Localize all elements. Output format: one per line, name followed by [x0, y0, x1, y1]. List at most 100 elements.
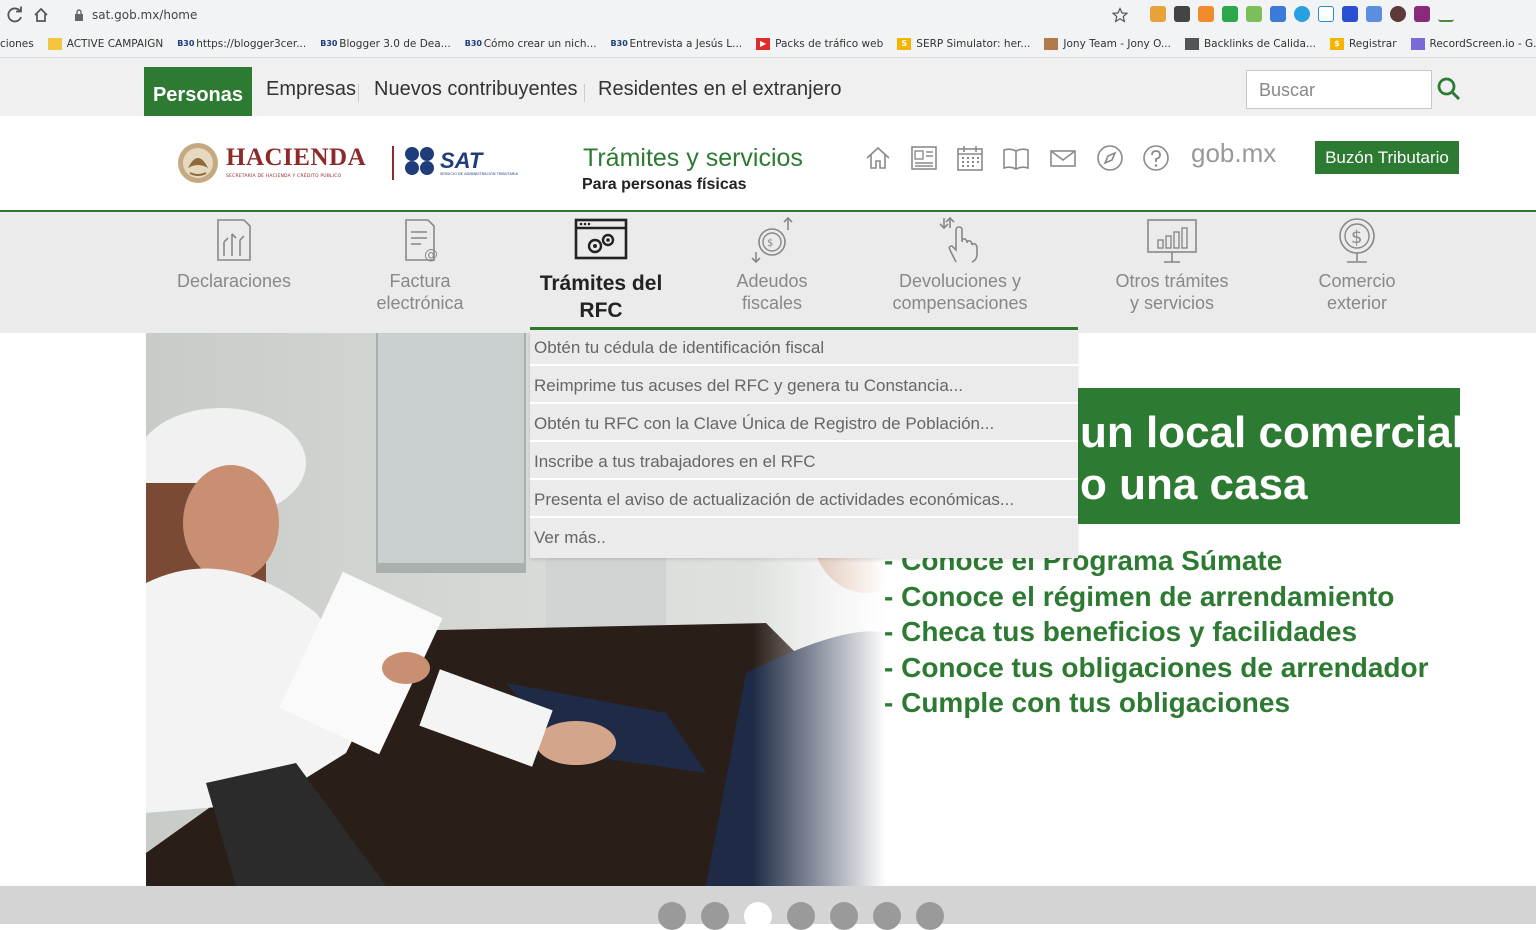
dropdown-item-ver-mas[interactable]: Ver más..	[530, 520, 1078, 556]
address-bar[interactable]: sat.gob.mx/home	[66, 4, 1150, 26]
mail-icon[interactable]	[1049, 144, 1077, 172]
carousel-dot[interactable]	[830, 902, 858, 930]
carousel-dot[interactable]	[744, 902, 772, 930]
tab-personas[interactable]: Personas	[144, 67, 252, 116]
carousel-dot[interactable]	[701, 902, 729, 930]
dropdown-item-rfc-curp[interactable]: Obtén tu RFC con la Clave Única de Regis…	[530, 406, 1078, 442]
service-otros-tramites[interactable]: Otros trámites y servicios	[1100, 212, 1244, 314]
extension-icon[interactable]	[1366, 6, 1382, 22]
service-label: fiscales	[741, 293, 803, 313]
search-input[interactable]: Buscar	[1246, 70, 1432, 109]
menu-icon[interactable]	[1462, 6, 1478, 22]
book-icon[interactable]	[1002, 144, 1030, 172]
service-label: electrónica	[376, 293, 464, 313]
service-factura-electronica[interactable]: @ Factura electrónica	[350, 212, 490, 314]
bookmark-label: Blogger 3.0 de Dea...	[339, 37, 451, 50]
service-adeudos-fiscales[interactable]: $ Adeudos fiscales	[702, 212, 842, 314]
compass-icon[interactable]	[1096, 144, 1124, 172]
extension-icon[interactable]	[1390, 6, 1406, 22]
hacienda-subtitle: SECRETARÍA DE HACIENDA Y CRÉDITO PÚBLICO	[226, 174, 342, 179]
bookmark-item[interactable]: Backlinks de Calida...	[1184, 37, 1316, 50]
nav-separator	[358, 84, 359, 102]
extension-icon[interactable]	[1294, 6, 1310, 22]
bookmark-item[interactable]: Jony Team - Jony O...	[1044, 37, 1171, 50]
gobmx-logo[interactable]: gob.mx	[1191, 138, 1276, 169]
bookmark-item[interactable]: ciones	[0, 38, 34, 50]
bookmark-item[interactable]: RecordScreen.io - G...	[1410, 37, 1536, 50]
carousel-dot[interactable]	[873, 902, 901, 930]
hero-bullet[interactable]: - Cumple con tus obligaciones	[884, 685, 1429, 721]
extension-icon[interactable]	[1438, 6, 1454, 22]
service-label: Trámites del	[539, 272, 663, 295]
home-icon[interactable]	[32, 6, 50, 24]
extension-icon[interactable]	[1150, 6, 1166, 22]
hero-bullet[interactable]: - Conoce el régimen de arrendamiento	[884, 579, 1429, 615]
nav-separator	[584, 84, 585, 102]
buzon-tributario-button[interactable]: Buzón Tributario	[1315, 141, 1459, 174]
b30-icon: B30	[177, 38, 195, 48]
page-subtitle: Para personas físicas	[582, 176, 747, 193]
tab-nuevos-contribuyentes[interactable]: Nuevos contribuyentes	[374, 78, 577, 101]
service-devoluciones-compensaciones[interactable]: Devoluciones y compensaciones	[880, 212, 1040, 314]
service-label: RFC	[579, 299, 623, 322]
search-icon[interactable]	[1436, 76, 1462, 102]
sat-subtitle: SERVICIO DE ADMINISTRACIÓN TRIBUTARIA	[440, 172, 518, 176]
carousel-dot[interactable]	[916, 902, 944, 930]
home-icon[interactable]	[864, 144, 892, 172]
extension-icon[interactable]	[1342, 6, 1358, 22]
calendar-icon[interactable]	[956, 144, 984, 172]
bookmark-item[interactable]: ACTIVE CAMPAIGN	[47, 37, 164, 50]
extension-icon[interactable]	[1174, 6, 1190, 22]
top-navigation: Personas Empresas Nuevos contribuyentes …	[0, 58, 1536, 116]
bookmark-label: Cómo crear un nich...	[483, 37, 597, 50]
carousel-dot[interactable]	[658, 902, 686, 930]
bookmark-item[interactable]: ▶ Packs de tráfico web	[756, 37, 883, 50]
extension-icon[interactable]	[1414, 6, 1430, 22]
star-icon[interactable]	[1112, 7, 1128, 23]
bookmark-label: https://blogger3cer...	[196, 37, 307, 50]
lock-icon	[75, 9, 83, 21]
hacienda-logo[interactable]: HACIENDA SECRETARÍA DE HACIENDA Y CRÉDIT…	[176, 140, 386, 186]
extension-icon[interactable]	[1198, 6, 1214, 22]
dropdown-item-reimprime-acuses[interactable]: Reimprime tus acuses del RFC y genera tu…	[530, 368, 1078, 404]
bookmark-item[interactable]: B30 Entrevista a Jesús L...	[611, 38, 743, 50]
banner-line-2: o una casa	[1080, 460, 1308, 509]
dollar-coin-stand-icon: $	[1339, 218, 1375, 263]
extension-icon[interactable]	[1246, 6, 1262, 22]
service-declaraciones[interactable]: Declaraciones	[164, 212, 304, 292]
hero-bullet[interactable]: - Conoce tus obligaciones de arrendador	[884, 650, 1429, 686]
hero-bullet[interactable]: - Checa tus beneficios y facilidades	[884, 614, 1429, 650]
dropdown-item-inscribe-trabajadores[interactable]: Inscribe a tus trabajadores en el RFC	[530, 444, 1078, 480]
bookmark-item[interactable]: B30 Cómo crear un nich...	[465, 38, 597, 50]
browser-gears-icon	[574, 218, 628, 260]
banner-line-1: un local comercial	[1080, 408, 1460, 457]
bookmark-label: ACTIVE CAMPAIGN	[66, 37, 164, 50]
hero-bullet-list: - Conoce el Programa Súmate - Conoce el …	[884, 543, 1429, 721]
newspaper-icon[interactable]	[910, 144, 938, 172]
reload-icon[interactable]	[6, 6, 24, 24]
dropdown-item-cedula[interactable]: Obtén tu cédula de identificación fiscal	[530, 330, 1078, 366]
tab-empresas[interactable]: Empresas	[266, 78, 356, 101]
extension-icon[interactable]	[1318, 6, 1334, 22]
sat-logo[interactable]: SAT SERVICIO DE ADMINISTRACIÓN TRIBUTARI…	[404, 146, 544, 182]
help-icon[interactable]	[1142, 144, 1170, 172]
bookmark-item[interactable]: B30 https://blogger3cer...	[177, 38, 306, 50]
extension-icon[interactable]	[1222, 6, 1238, 22]
carousel-dot[interactable]	[787, 902, 815, 930]
bookmark-item[interactable]: S SERP Simulator: her...	[897, 37, 1030, 50]
service-label: exterior	[1326, 293, 1388, 313]
bookmark-item[interactable]: B30 Blogger 3.0 de Dea...	[320, 38, 450, 50]
dropdown-item-aviso-actualizacion[interactable]: Presenta el aviso de actualización de ac…	[530, 482, 1078, 518]
bookmark-item[interactable]: $ Registrar	[1329, 37, 1397, 50]
bookmark-label: Jony Team - Jony O...	[1063, 37, 1171, 50]
service-label: compensaciones	[892, 293, 1028, 313]
bookmark-label: Entrevista a Jesús L...	[629, 37, 743, 50]
extension-icon[interactable]	[1270, 6, 1286, 22]
invoice-email-icon: @	[405, 219, 438, 263]
globe-icon	[1184, 37, 1199, 50]
service-comercio-exterior[interactable]: $ Comercio exterior	[1296, 212, 1418, 314]
tab-residentes-extranjero[interactable]: Residentes en el extranjero	[598, 78, 841, 101]
service-tramites-rfc[interactable]: Trámites del RFC	[526, 212, 676, 324]
bookmarks-bar: ciones ACTIVE CAMPAIGN B30 https://blogger3…	[0, 30, 1536, 58]
dollar-icon: $	[1329, 37, 1344, 50]
